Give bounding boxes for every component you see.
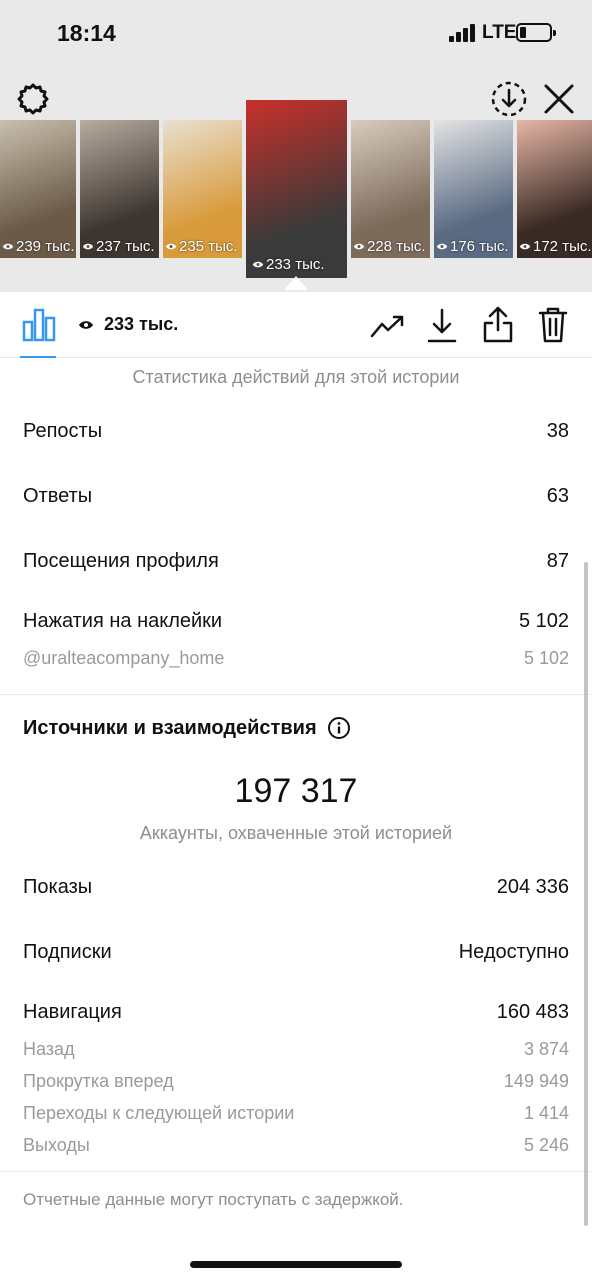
stat-row-sticker-account: @uralteacompany_home 5 102	[23, 648, 569, 669]
thumbnail-views-label: 235 тыс.	[179, 238, 238, 255]
insights-tab-indicator	[20, 356, 56, 358]
stat-value: 5 246	[523, 1135, 569, 1155]
stat-value: 149 949	[503, 1071, 569, 1091]
battery-icon	[516, 23, 556, 42]
discovery-title: Источники и взаимодействия	[23, 716, 317, 739]
insights-icon[interactable]	[22, 308, 56, 342]
status-bar: 18:14 LTE	[0, 0, 592, 66]
views-count: 233 тыс.	[78, 314, 178, 335]
stat-label: Ответы	[23, 485, 93, 507]
stat-value: 160 483	[496, 1001, 569, 1023]
thumbnail-views-label: 172 тыс.	[533, 238, 592, 255]
stat-value: 38	[546, 420, 569, 442]
story-thumbnail-selected[interactable]: 233 тыс.	[246, 100, 347, 278]
stat-label: Переходы к следующей истории	[23, 1103, 295, 1123]
section-divider	[0, 1171, 592, 1172]
thumbnail-views: 233 тыс.	[252, 256, 325, 273]
stat-row-forward: Прокрутка вперед 149 949	[23, 1071, 569, 1092]
story-thumbnails[interactable]: 239 тыс. 237 тыс. 235 тыс. 233 тыс. 228 тыс.…	[0, 100, 592, 290]
stat-label: Выходы	[23, 1135, 90, 1155]
story-thumbnail-image	[246, 100, 347, 278]
eye-icon	[82, 243, 94, 250]
delay-note: Отчетные данные могут поступать с задерж…	[23, 1190, 404, 1209]
stat-value: 5 102	[523, 648, 569, 668]
download-icon[interactable]	[426, 308, 458, 344]
eye-icon	[436, 243, 448, 250]
story-thumbnail[interactable]: 237 тыс.	[80, 120, 159, 258]
scrollbar[interactable]	[584, 562, 588, 1226]
thumbnail-views-label: 228 тыс.	[367, 238, 426, 255]
eye-icon	[79, 320, 93, 329]
interactions-caption: Статистика действий для этой истории	[132, 367, 460, 387]
home-indicator[interactable]	[190, 1261, 402, 1268]
info-icon[interactable]	[327, 716, 351, 740]
eye-icon	[252, 261, 264, 268]
eye-icon	[519, 243, 531, 250]
eye-icon	[165, 243, 177, 250]
stat-label: Показы	[23, 876, 93, 898]
delete-icon[interactable]	[538, 306, 568, 344]
selected-story-pointer	[284, 276, 308, 290]
reach-caption: Аккаунты, охваченные этой историей	[139, 823, 453, 843]
stat-label: Репосты	[23, 420, 103, 442]
stat-label: Назад	[23, 1039, 75, 1059]
story-thumbnail[interactable]: 172 тыс.	[517, 120, 592, 258]
reach-number: 197 317	[234, 772, 358, 810]
promote-icon[interactable]	[370, 314, 406, 338]
stat-row-impressions: Показы 204 336	[23, 876, 569, 899]
section-divider	[0, 694, 592, 695]
thumbnail-views-label: 239 тыс.	[16, 238, 75, 255]
network-type: LTE	[482, 22, 517, 43]
story-thumbnail[interactable]: 239 тыс.	[0, 120, 76, 258]
stat-value: 5 102	[518, 610, 569, 632]
thumbnail-views-label: 233 тыс.	[266, 256, 325, 273]
stat-row-shares: Репосты 38	[23, 420, 569, 443]
stat-row-exits: Выходы 5 246	[23, 1135, 569, 1156]
stat-value: 63	[546, 485, 569, 507]
stat-label: Подписки	[23, 941, 112, 963]
stat-value: 3 874	[523, 1039, 569, 1059]
clock: 18:14	[57, 20, 116, 46]
signal-icon	[449, 24, 477, 42]
thumbnail-views: 172 тыс.	[519, 238, 592, 255]
stat-row-next-story: Переходы к следующей истории 1 414	[23, 1103, 569, 1124]
thumbnail-views: 176 тыс.	[436, 238, 509, 255]
share-icon[interactable]	[482, 306, 514, 344]
stat-value: 87	[546, 550, 569, 572]
story-thumbnail[interactable]: 228 тыс.	[351, 120, 430, 258]
stat-row-navigation: Навигация 160 483	[23, 1001, 569, 1024]
thumbnail-views: 237 тыс.	[82, 238, 155, 255]
views-label: 233 тыс.	[104, 314, 179, 334]
stat-row-follows: Подписки Недоступно	[23, 941, 569, 964]
story-thumbnail[interactable]: 176 тыс.	[434, 120, 513, 258]
thumbnail-views-label: 176 тыс.	[450, 238, 509, 255]
stat-row-replies: Ответы 63	[23, 485, 569, 508]
eye-icon	[2, 243, 14, 250]
eye-icon	[353, 243, 365, 250]
stat-value: 204 336	[496, 876, 569, 898]
stat-label: Нажатия на наклейки	[23, 610, 223, 632]
story-thumbnail[interactable]: 235 тыс.	[163, 120, 242, 258]
discovery-section-title: Источники и взаимодействия	[23, 716, 351, 740]
stat-label: Прокрутка вперед	[23, 1071, 174, 1091]
stat-value: Недоступно	[458, 941, 569, 963]
stat-row-back: Назад 3 874	[23, 1039, 569, 1060]
story-carousel-area: 18:14 LTE 239 тыс. 237 тыс. 235 тыс. 233 ты…	[0, 0, 592, 292]
thumbnail-views-label: 237 тыс.	[96, 238, 155, 255]
stat-row-profile-visits: Посещения профиля 87	[23, 550, 569, 573]
thumbnail-views: 228 тыс.	[353, 238, 426, 255]
stat-value: 1 414	[523, 1103, 569, 1123]
stat-label: Навигация	[23, 1001, 122, 1023]
stat-label: @uralteacompany_home	[23, 648, 225, 668]
thumbnail-views: 235 тыс.	[165, 238, 238, 255]
stat-row-sticker-taps: Нажатия на наклейки 5 102	[23, 610, 569, 633]
thumbnail-views: 239 тыс.	[2, 238, 75, 255]
stat-label: Посещения профиля	[23, 550, 219, 572]
